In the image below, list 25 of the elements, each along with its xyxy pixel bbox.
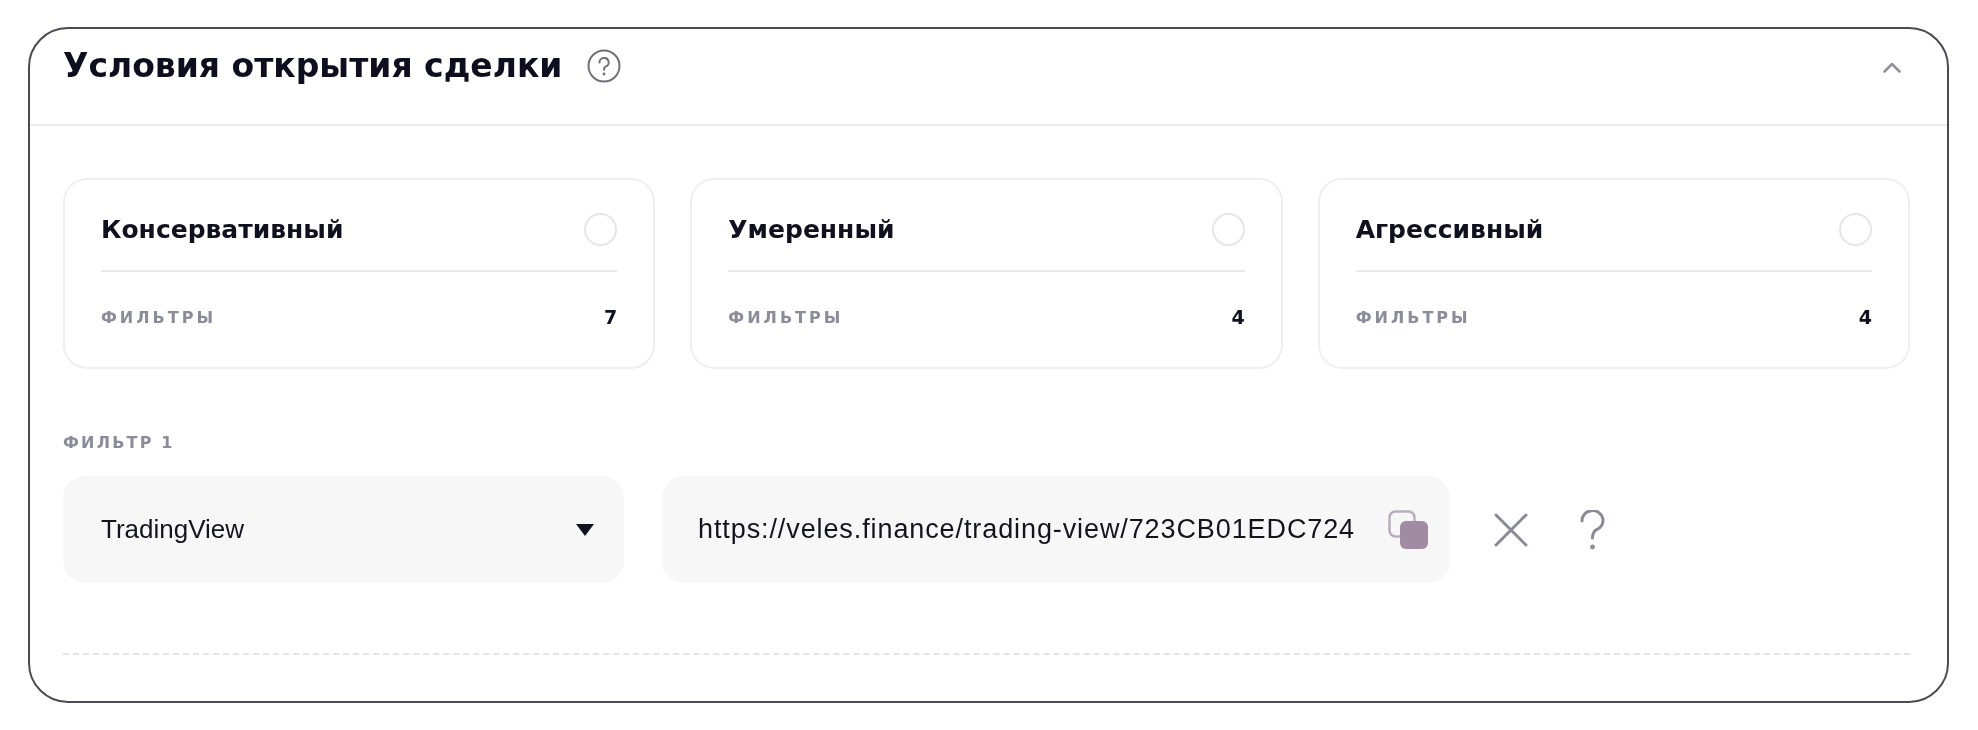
section-title: Условия открытия сделки <box>63 45 563 87</box>
filters-label: ФИЛЬТРЫ <box>101 307 216 327</box>
strategy-card[interactable]: Консервативный ФИЛЬТРЫ 7 <box>63 178 656 369</box>
close-icon[interactable] <box>1494 512 1528 547</box>
chevron-icon[interactable] <box>1883 62 1901 73</box>
filters-label: ФИЛЬТРЫ <box>1355 307 1471 327</box>
filters-count: 4 <box>1858 306 1872 328</box>
strategy-name: Умеренный <box>728 214 895 244</box>
copy-icon[interactable] <box>1388 510 1428 549</box>
filters-count: 7 <box>604 306 618 328</box>
source-dropdown[interactable]: TradingView <box>63 476 624 583</box>
radio-button[interactable] <box>1211 212 1245 246</box>
radio-button[interactable] <box>584 212 618 246</box>
url-field[interactable]: https://veles.finance/trading-view/723CB01EDC724 <box>662 476 1450 583</box>
strategy-name: Агрессивный <box>1355 214 1544 244</box>
filters-count: 4 <box>1231 306 1245 328</box>
help-icon[interactable] <box>587 49 622 83</box>
radio-button[interactable] <box>1839 212 1872 246</box>
filter-label: ФИЛЬТР 1 <box>63 433 175 453</box>
strategy-name: Консервативный <box>101 214 344 244</box>
strategy-card[interactable]: Агрессивный ФИЛЬТРЫ 4 <box>1317 178 1910 369</box>
filters-label: ФИЛЬТРЫ <box>728 307 844 327</box>
caret-icon <box>576 523 594 536</box>
strategy-card[interactable]: Умеренный ФИЛЬТРЫ 4 <box>690 178 1283 369</box>
help-icon[interactable] <box>1579 509 1606 550</box>
